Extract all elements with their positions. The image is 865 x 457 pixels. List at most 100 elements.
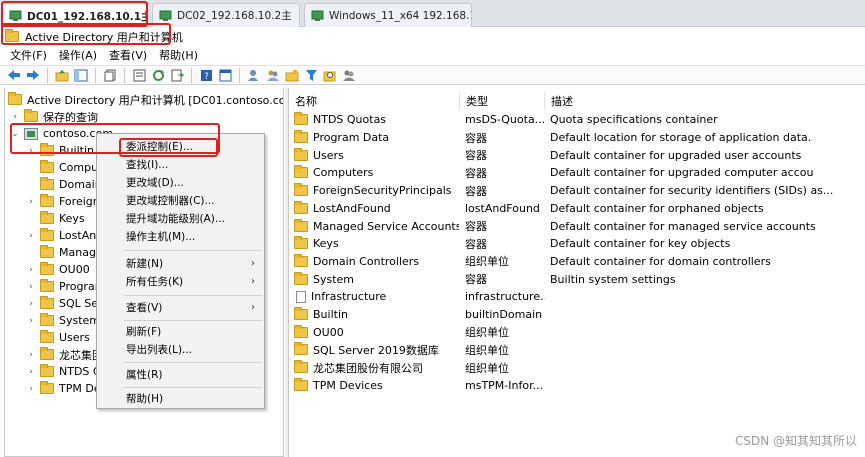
list-item[interactable]: Domain Controllers 组织单位 Default container … xyxy=(289,253,865,271)
tree-item-loongson-group[interactable]: › 龙芯集团 xyxy=(26,346,103,363)
list-item[interactable]: NTDS Quotas msDS-Quota... Quota specificat… xyxy=(289,111,865,129)
list-item[interactable]: SQL Server 2019数据库 组织单位 xyxy=(289,341,865,359)
folder-icon xyxy=(40,296,54,309)
list-item[interactable]: Computers 容器 Default container for upgrade… xyxy=(289,164,865,182)
new-group-icon[interactable] xyxy=(265,67,281,83)
chevron-right-icon[interactable]: › xyxy=(26,265,36,275)
menu-view[interactable]: 查看(V) xyxy=(109,47,147,63)
column-header-type[interactable]: 类型 xyxy=(460,92,545,110)
list-item[interactable]: ForeignSecurityPrincipals 容器 Default conta… xyxy=(289,182,865,200)
item-type: 容器 xyxy=(465,184,487,198)
chevron-right-icon[interactable]: › xyxy=(26,299,36,309)
list-item[interactable]: Infrastructure infrastructure... xyxy=(289,288,865,306)
chevron-right-icon[interactable]: › xyxy=(10,112,20,122)
item-description: Default container for domain controllers xyxy=(550,254,771,268)
domain-icon xyxy=(24,127,38,140)
new-ou-icon[interactable] xyxy=(284,67,300,83)
back-icon[interactable] xyxy=(6,67,22,83)
item-type: 组织单位 xyxy=(465,326,509,340)
list-item[interactable]: System 容器 Builtin system settings xyxy=(289,270,865,288)
tree-item-program-data[interactable]: › Progran xyxy=(26,278,102,295)
tree-item-domain-controllers[interactable]: Domain xyxy=(26,176,102,193)
menu-item-raise-level[interactable]: 提升域功能级别(A)... xyxy=(97,210,264,227)
column-header-name[interactable]: 名称 xyxy=(289,92,460,110)
tab-dc01[interactable]: DC01_192.168.10.1主 xyxy=(2,3,148,28)
properties-icon[interactable] xyxy=(131,67,147,83)
add-to-group-icon[interactable] xyxy=(341,67,357,83)
forward-icon[interactable] xyxy=(25,67,41,83)
chevron-right-icon[interactable]: › xyxy=(26,146,36,156)
chevron-right-icon[interactable]: › xyxy=(26,197,36,207)
tree-item-keys[interactable]: Keys xyxy=(26,210,85,227)
menu-help[interactable]: 帮助(H) xyxy=(159,47,198,63)
menu-item-refresh[interactable]: 刷新(F) xyxy=(97,323,264,340)
new-user-icon[interactable] xyxy=(246,67,262,83)
chevron-down-icon[interactable]: ⌄ xyxy=(10,129,20,139)
tree-item-lostandfound[interactable]: › LostAnd xyxy=(26,227,103,244)
tab-windows11[interactable]: Windows_11_x64 192.168.10... xyxy=(304,3,472,27)
find-icon[interactable] xyxy=(322,67,338,83)
item-name: ForeignSecurityPrincipals xyxy=(313,184,452,198)
tree-item-builtin[interactable]: › Builtin xyxy=(26,142,94,159)
menu-item-find[interactable]: 查找(I)... xyxy=(97,156,264,173)
list-item[interactable]: Managed Service Accounts 容器 Default contai… xyxy=(289,217,865,235)
list-item[interactable]: Users 容器 Default container for upgraded us… xyxy=(289,146,865,164)
tree-item-managed-service[interactable]: Manage xyxy=(26,244,103,261)
tree-item-saved-queries[interactable]: › 保存的查询 xyxy=(10,108,98,125)
chevron-right-icon[interactable]: › xyxy=(26,350,36,360)
export-list-icon[interactable] xyxy=(169,67,185,83)
list-item[interactable]: TPM Devices msTPM-Infor... xyxy=(289,377,865,395)
menu-item-label: 查找(I)... xyxy=(126,159,169,171)
menu-item-view[interactable]: 查看(V) › xyxy=(97,299,264,316)
menu-item-delegate-control[interactable]: 委派控制(E)... xyxy=(97,138,264,155)
help-icon[interactable]: ? xyxy=(198,67,214,83)
list-item[interactable]: Program Data 容器 Default location for stora… xyxy=(289,129,865,147)
menu-item-export-list[interactable]: 导出列表(L)... xyxy=(97,341,264,358)
tree-item-ntds-quotas[interactable]: › NTDS Q xyxy=(26,363,102,380)
show-hide-tree-icon[interactable] xyxy=(73,67,89,83)
menu-item-label: 更改域控制器(C)... xyxy=(126,195,215,207)
filter-icon[interactable] xyxy=(303,67,319,83)
menu-item-help[interactable]: 帮助(H) xyxy=(97,390,264,407)
chevron-right-icon[interactable]: › xyxy=(26,282,36,292)
tree-item-tpm-devices[interactable]: › TPM De xyxy=(26,380,101,397)
item-type: 组织单位 xyxy=(465,255,509,269)
menu-item-all-tasks[interactable]: 所有任务(K) › xyxy=(97,273,264,290)
folder-icon xyxy=(294,307,308,321)
menu-separator xyxy=(124,362,262,363)
tree-item-system[interactable]: › System xyxy=(26,312,100,329)
chevron-right-icon[interactable]: › xyxy=(26,384,36,394)
menu-bar: 文件(F) 操作(A) 查看(V) 帮助(H) xyxy=(0,46,865,64)
menu-file[interactable]: 文件(F) xyxy=(10,47,47,63)
tree-item-sql-server[interactable]: › SQL Ser xyxy=(26,295,103,312)
list-item[interactable]: OU00 组织单位 xyxy=(289,323,865,341)
item-type: 容器 xyxy=(465,273,487,287)
tree-item-foreign-security[interactable]: › Foreign xyxy=(26,193,100,210)
submenu-arrow-icon: › xyxy=(251,302,255,313)
tab-dc02[interactable]: DC02_192.168.10.2主 ✕ xyxy=(152,3,300,27)
menu-item-change-dc[interactable]: 更改域控制器(C)... xyxy=(97,192,264,209)
console-icon[interactable] xyxy=(217,67,233,83)
chevron-right-icon[interactable]: › xyxy=(26,316,36,326)
menu-action[interactable]: 操作(A) xyxy=(59,47,97,63)
list-item[interactable]: Builtin builtinDomain xyxy=(289,306,865,324)
tree-root[interactable]: Active Directory 用户和计算机 [DC01.contoso.co… xyxy=(8,91,283,108)
close-tab-icon[interactable]: ✕ xyxy=(292,10,299,22)
list-item[interactable]: LostAndFound lostAndFound Default containe… xyxy=(289,200,865,218)
chevron-right-icon[interactable]: › xyxy=(26,231,36,241)
menu-item-properties[interactable]: 属性(R) xyxy=(97,366,264,383)
refresh-icon[interactable] xyxy=(150,67,166,83)
list-item[interactable]: Keys 容器 Default container for key objects xyxy=(289,235,865,253)
tree-item-users[interactable]: Users xyxy=(26,329,90,346)
menu-item-label: 刷新(F) xyxy=(126,326,162,338)
copy-icon[interactable] xyxy=(102,67,118,83)
column-header-description[interactable]: 描述 xyxy=(545,92,865,110)
chevron-right-icon[interactable]: › xyxy=(26,367,36,377)
menu-item-change-domain[interactable]: 更改域(D)... xyxy=(97,174,264,191)
up-one-level-icon[interactable] xyxy=(54,67,70,83)
menu-item-operations-masters[interactable]: 操作主机(M)... xyxy=(97,228,264,245)
list-item[interactable]: 龙芯集团股份有限公司 组织单位 xyxy=(289,359,865,377)
tree-item-ou00[interactable]: › OU00 xyxy=(26,261,90,278)
menu-item-new[interactable]: 新建(N) › xyxy=(97,255,264,272)
tree-item-computers[interactable]: Comput xyxy=(26,159,102,176)
